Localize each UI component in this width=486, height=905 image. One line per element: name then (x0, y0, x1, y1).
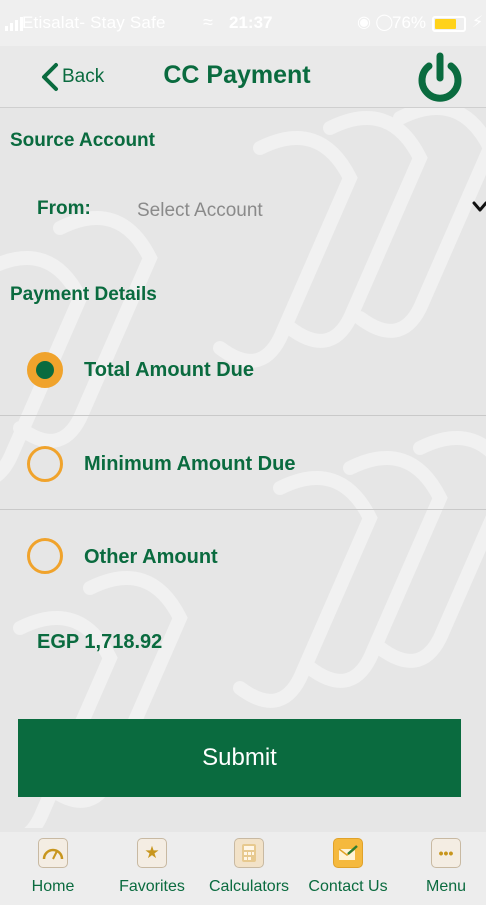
source-account-title: Source Account (10, 130, 155, 151)
payment-details-title: Payment Details (10, 284, 157, 305)
carrier-name: Etisalat- Stay Safe (22, 13, 166, 32)
tab-label: Home (31, 878, 75, 895)
calculator-icon (234, 838, 264, 868)
signal-icon (5, 17, 23, 31)
nav-bar: Back CC Payment (0, 46, 486, 108)
tab-label: Calculators (208, 878, 290, 895)
account-select[interactable]: Select Account (137, 200, 263, 222)
tab-contact-us[interactable]: Contact Us (302, 838, 394, 902)
battery-percent: 76% (392, 13, 427, 32)
status-bar: Etisalat- Stay Safe ≈ 21:37 ◉ ◯ 76% ⚡ (0, 0, 486, 46)
power-icon[interactable] (412, 52, 468, 104)
tab-bar: Home ★ Favorites Calculators Contact Us … (0, 832, 486, 905)
option-label: Minimum Amount Due (84, 453, 296, 475)
tab-home[interactable]: Home (30, 838, 76, 902)
account-select-row[interactable]: From: Select Account (0, 192, 486, 228)
envelope-pen-icon (333, 838, 363, 868)
tab-label: Menu (425, 878, 467, 895)
amount-value: EGP 1,718.92 (37, 631, 163, 653)
star-icon: ★ (137, 838, 167, 868)
option-other-amount[interactable]: Other Amount (0, 510, 486, 604)
wifi-icon: ≈ (203, 12, 213, 32)
tab-calculators[interactable]: Calculators (203, 838, 295, 902)
option-label: Other Amount (84, 546, 218, 568)
battery-icon (432, 16, 466, 32)
alarm-icon: ◉ ◯ (357, 14, 394, 31)
chevron-down-icon[interactable] (472, 200, 486, 214)
tab-label: Favorites (119, 878, 185, 895)
tab-favorites[interactable]: ★ Favorites (112, 838, 192, 902)
more-dots-icon: ••• (431, 838, 461, 868)
option-total-amount-due[interactable]: Total Amount Due (0, 322, 486, 416)
submit-button[interactable]: Submit (18, 719, 461, 797)
from-label: From: (37, 198, 91, 219)
radio-button[interactable] (27, 538, 63, 574)
tab-menu[interactable]: ••• Menu (422, 838, 470, 902)
tab-label: Contact Us (308, 878, 388, 895)
status-time: 21:37 (229, 13, 273, 32)
speedometer-icon (38, 838, 68, 868)
radio-button[interactable] (27, 446, 63, 482)
radio-button[interactable] (27, 352, 63, 388)
charging-icon: ⚡ (472, 14, 484, 31)
option-minimum-amount-due[interactable]: Minimum Amount Due (0, 416, 486, 510)
option-label: Total Amount Due (84, 359, 254, 381)
